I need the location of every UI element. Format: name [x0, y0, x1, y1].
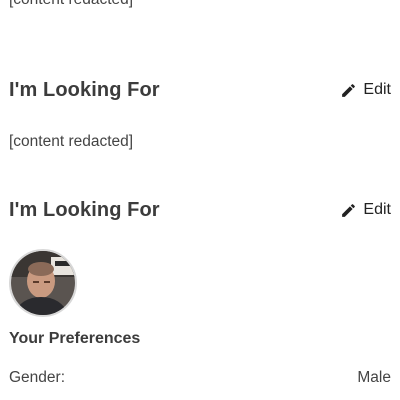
- edit-button[interactable]: Edit: [340, 81, 391, 99]
- profile-page: [content redacted] I'm Looking For Edit …: [0, 0, 400, 400]
- section-title: I'm Looking For: [9, 198, 160, 221]
- edit-label: Edit: [363, 81, 391, 98]
- preferences-title: Your Preferences: [9, 330, 141, 347]
- avatar[interactable]: [9, 249, 77, 317]
- looking-for-header-2: I'm Looking For Edit: [9, 196, 391, 224]
- preference-label: Gender:: [9, 369, 66, 386]
- section-title: I'm Looking For: [9, 78, 160, 101]
- preference-row-gender: Gender: Male: [9, 369, 391, 387]
- pencil-icon: [340, 82, 357, 99]
- looking-for-header-1: I'm Looking For Edit: [9, 76, 391, 104]
- bio-text: [content redacted]: [9, 0, 391, 10]
- pencil-icon: [340, 202, 357, 219]
- edit-label: Edit: [363, 201, 391, 218]
- looking-for-text: [content redacted]: [9, 133, 134, 150]
- preference-value: Male: [357, 369, 391, 386]
- edit-button[interactable]: Edit: [340, 201, 391, 219]
